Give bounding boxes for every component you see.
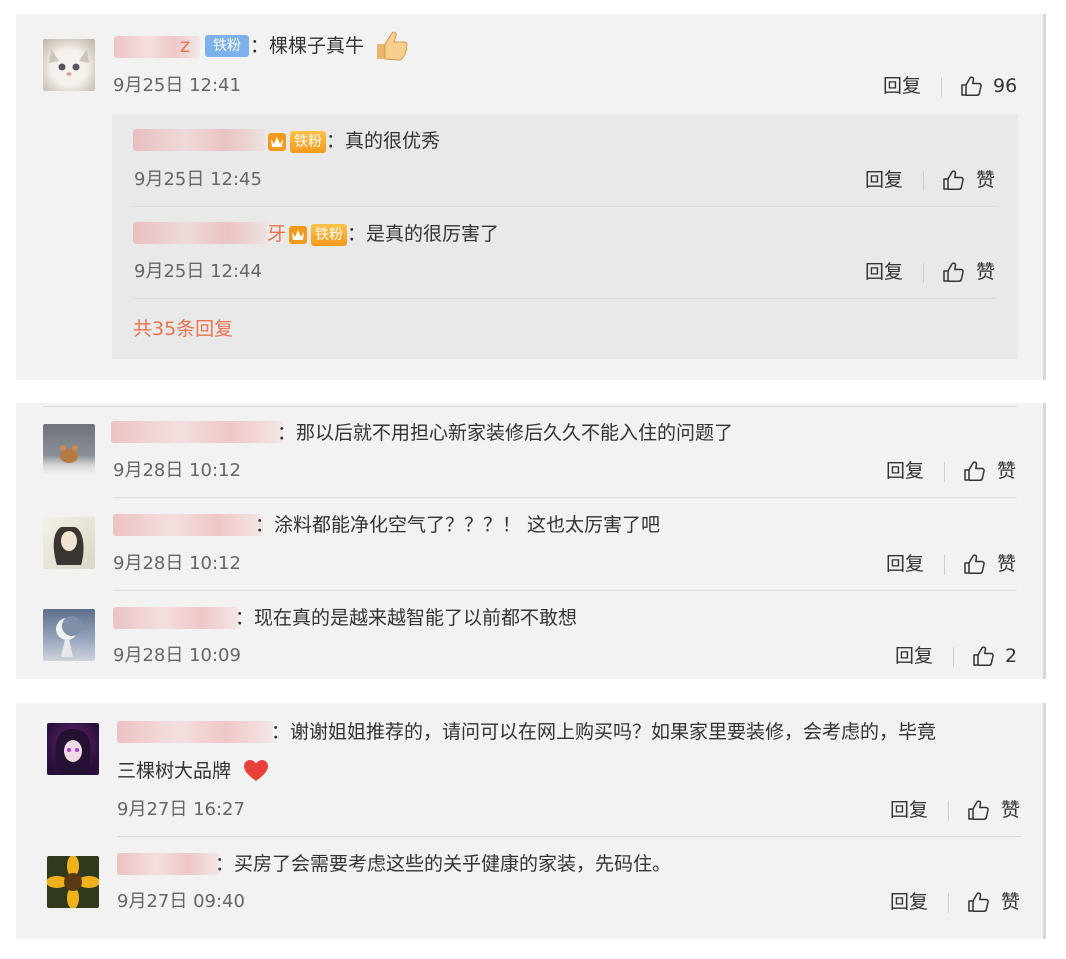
divider bbox=[948, 801, 949, 821]
comment-text: ：谢谢姐姐推荐的，请问可以在网上购买吗？如果家里要装修，会考虑的，毕竟 bbox=[271, 721, 937, 743]
comment-time: 9月25日 12:41 bbox=[113, 75, 241, 96]
panel-shadow bbox=[1043, 403, 1046, 679]
username-redacted[interactable] bbox=[117, 721, 273, 743]
comment-text: ：棵棵子真牛 bbox=[250, 35, 365, 57]
username-redacted[interactable] bbox=[117, 853, 219, 875]
sunflower-avatar-icon bbox=[47, 856, 99, 908]
like-label[interactable]: 赞 bbox=[976, 261, 995, 283]
comment-text: ：买房了会需要考虑这些的关乎健康的家装，先码住。 bbox=[215, 853, 672, 875]
divider bbox=[923, 263, 924, 283]
reply-button[interactable]: 回复 bbox=[890, 891, 928, 913]
divider bbox=[113, 497, 1017, 498]
comment-time: 9月28日 10:12 bbox=[113, 460, 241, 481]
reply-text: ：真的很优秀 bbox=[326, 130, 441, 152]
username-redacted[interactable] bbox=[111, 421, 283, 443]
reply-time: 9月25日 12:45 bbox=[134, 169, 262, 190]
username-redacted[interactable] bbox=[133, 222, 267, 244]
anime-avatar-icon bbox=[55, 729, 91, 775]
divider bbox=[133, 206, 995, 207]
divider bbox=[944, 555, 945, 575]
comment-time: 9月28日 10:09 bbox=[113, 645, 241, 666]
user-avatar[interactable] bbox=[43, 609, 95, 661]
comment-time: 9月28日 10:12 bbox=[113, 553, 241, 574]
divider bbox=[923, 171, 924, 191]
heart-emoji bbox=[243, 759, 269, 783]
moon-avatar-icon bbox=[56, 616, 82, 657]
divider bbox=[941, 77, 942, 97]
user-avatar[interactable] bbox=[47, 856, 99, 908]
divider bbox=[133, 298, 995, 299]
username-redacted[interactable] bbox=[113, 514, 263, 536]
like-icon[interactable] bbox=[963, 460, 985, 482]
like-icon[interactable] bbox=[942, 169, 964, 191]
comment-text-line2: 三棵树大品牌 bbox=[117, 760, 232, 782]
fan-badge[interactable]: 铁粉 bbox=[311, 224, 347, 246]
cat-avatar-icon bbox=[49, 49, 89, 76]
like-icon[interactable] bbox=[963, 553, 985, 575]
divider bbox=[948, 893, 949, 913]
divider bbox=[113, 590, 1017, 591]
like-icon[interactable] bbox=[967, 891, 989, 913]
username-tail[interactable]: z bbox=[180, 34, 190, 58]
reply-text: ：是真的很厉害了 bbox=[347, 223, 500, 245]
username-redacted[interactable] bbox=[113, 607, 239, 629]
comment-time: 9月27日 09:40 bbox=[117, 891, 245, 912]
like-label[interactable]: 赞 bbox=[1001, 799, 1020, 821]
like-count[interactable]: 2 bbox=[1005, 645, 1017, 667]
divider bbox=[944, 462, 945, 482]
panel-shadow bbox=[1043, 14, 1046, 380]
reply-button[interactable]: 回复 bbox=[886, 553, 924, 575]
reply-button[interactable]: 回复 bbox=[895, 645, 933, 667]
comment-text: ：涂料都能净化空气了？？？！ 这也太厉害了吧 bbox=[255, 514, 661, 536]
reply-button[interactable]: 回复 bbox=[865, 261, 903, 283]
panel-shadow bbox=[1043, 703, 1046, 939]
like-icon[interactable] bbox=[960, 75, 982, 97]
girl-avatar-icon bbox=[53, 527, 84, 565]
fan-badge[interactable]: 铁粉 bbox=[205, 35, 249, 57]
user-avatar[interactable] bbox=[43, 424, 95, 476]
username-tail[interactable]: 牙 bbox=[267, 222, 286, 246]
user-avatar[interactable] bbox=[43, 39, 95, 91]
user-avatar[interactable] bbox=[43, 517, 95, 569]
like-count[interactable]: 96 bbox=[993, 75, 1017, 97]
reply-button[interactable]: 回复 bbox=[886, 460, 924, 482]
comment-time: 9月27日 16:27 bbox=[117, 799, 245, 820]
like-icon[interactable] bbox=[972, 645, 994, 667]
crown-icon bbox=[289, 226, 307, 244]
fan-badge[interactable]: 铁粉 bbox=[290, 131, 326, 153]
username-redacted[interactable] bbox=[133, 129, 265, 151]
reply-button[interactable]: 回复 bbox=[865, 169, 903, 191]
comment-text: ：现在真的是越来越智能了以前都不敢想 bbox=[235, 607, 578, 629]
reply-time: 9月25日 12:44 bbox=[134, 261, 262, 282]
comment-text: ：那以后就不用担心新家装修后久久不能入住的问题了 bbox=[277, 422, 734, 444]
reply-button[interactable]: 回复 bbox=[890, 799, 928, 821]
like-label[interactable]: 赞 bbox=[1001, 891, 1020, 913]
like-label[interactable]: 赞 bbox=[997, 460, 1016, 482]
user-avatar[interactable] bbox=[47, 723, 99, 775]
like-label[interactable]: 赞 bbox=[976, 169, 995, 191]
mouse-avatar-icon bbox=[60, 445, 78, 463]
crown-icon bbox=[268, 133, 286, 151]
divider bbox=[117, 836, 1021, 837]
more-replies-link[interactable]: 共35条回复 bbox=[133, 317, 233, 341]
like-icon[interactable] bbox=[942, 261, 964, 283]
reply-button[interactable]: 回复 bbox=[883, 75, 921, 97]
like-label[interactable]: 赞 bbox=[997, 553, 1016, 575]
like-icon[interactable] bbox=[967, 799, 989, 821]
thumbs-up-emoji bbox=[374, 30, 408, 62]
divider bbox=[953, 647, 954, 667]
divider bbox=[43, 406, 1017, 407]
